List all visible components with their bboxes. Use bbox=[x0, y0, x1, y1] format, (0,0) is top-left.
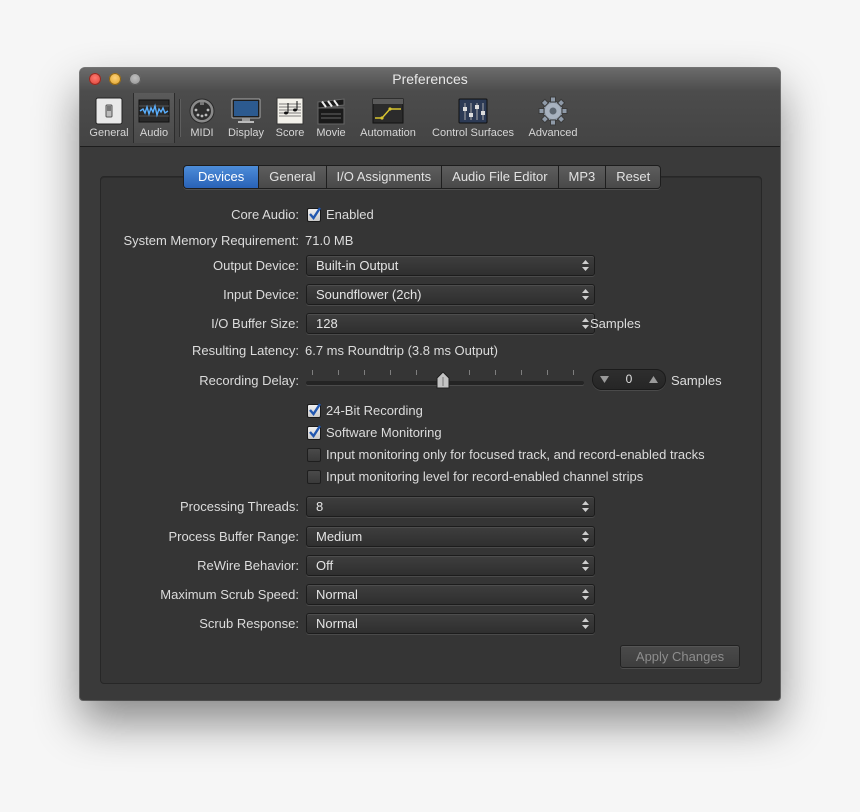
input-monitoring-level-checkbox[interactable] bbox=[307, 470, 321, 484]
toolbar-label: Audio bbox=[139, 127, 169, 139]
scrub-response-value: Normal bbox=[316, 616, 358, 631]
rewire-behavior-value: Off bbox=[316, 558, 334, 573]
output-device-label: Output Device: bbox=[213, 258, 299, 273]
max-scrub-speed-value: Normal bbox=[316, 587, 358, 602]
faders-icon bbox=[457, 96, 489, 126]
toolbar-label: Automation bbox=[360, 127, 416, 139]
input-monitoring-focused-checkbox[interactable] bbox=[307, 448, 321, 462]
apply-changes-button[interactable]: Apply Changes bbox=[620, 645, 740, 668]
updown-arrows-icon bbox=[582, 560, 589, 571]
toolbar-label: MIDI bbox=[190, 127, 214, 139]
process-buffer-range-select[interactable]: Medium bbox=[306, 526, 595, 547]
toolbar-item-movie[interactable]: Movie bbox=[312, 95, 350, 143]
automation-curve-icon bbox=[372, 96, 404, 126]
midi-connector-icon bbox=[186, 96, 218, 126]
tab-general[interactable]: General bbox=[258, 166, 326, 188]
clapperboard-icon bbox=[315, 96, 347, 126]
core-audio-enabled-label[interactable]: Enabled bbox=[326, 207, 374, 222]
rewire-behavior-label: ReWire Behavior: bbox=[197, 558, 299, 573]
toolbar-item-general[interactable]: General bbox=[86, 95, 132, 143]
updown-arrows-icon bbox=[582, 501, 589, 512]
output-device-value: Built-in Output bbox=[316, 258, 399, 273]
toolbar-label: Movie bbox=[316, 127, 346, 139]
recording-delay-unit: Samples bbox=[671, 373, 722, 388]
buffer-size-select[interactable]: 128 bbox=[306, 313, 595, 334]
toolbar-item-score[interactable]: Score bbox=[272, 95, 308, 143]
software-monitoring-label[interactable]: Software Monitoring bbox=[326, 425, 442, 440]
buffer-size-value: 128 bbox=[316, 316, 338, 331]
software-monitoring-checkbox[interactable] bbox=[307, 425, 322, 440]
tab-devices[interactable]: Devices bbox=[184, 166, 259, 188]
updown-arrows-icon bbox=[582, 531, 589, 542]
24bit-recording-checkbox[interactable] bbox=[307, 403, 322, 418]
input-device-label: Input Device: bbox=[223, 287, 299, 302]
toolbar-item-automation[interactable]: Automation bbox=[351, 95, 425, 143]
memory-value: 71.0 MB bbox=[305, 233, 354, 248]
max-scrub-speed-label: Maximum Scrub Speed: bbox=[160, 587, 299, 602]
toolbar-item-display[interactable]: Display bbox=[224, 95, 268, 143]
updown-arrows-icon bbox=[582, 260, 589, 271]
switch-icon bbox=[93, 96, 125, 126]
preferences-window: Preferences General Audio MIDI Display S… bbox=[80, 68, 780, 700]
updown-arrows-icon bbox=[582, 318, 589, 329]
checkmark-icon bbox=[309, 207, 322, 220]
scrub-response-select[interactable]: Normal bbox=[306, 613, 595, 634]
tab-reset[interactable]: Reset bbox=[605, 166, 661, 188]
window-title: Preferences bbox=[392, 71, 468, 87]
toolbar-item-midi[interactable]: MIDI bbox=[182, 95, 222, 143]
scrub-response-label: Scrub Response: bbox=[199, 616, 299, 631]
updown-arrows-icon bbox=[582, 618, 589, 629]
output-device-select[interactable]: Built-in Output bbox=[306, 255, 595, 276]
recording-delay-slider-knob[interactable] bbox=[436, 371, 450, 389]
core-audio-label: Core Audio: bbox=[231, 207, 299, 222]
tab-bar: Devices General I/O Assignments Audio Fi… bbox=[183, 165, 662, 189]
buffer-size-unit: Samples bbox=[590, 316, 641, 331]
audio-waveform-icon bbox=[138, 96, 170, 126]
recording-delay-stepper[interactable]: 0 bbox=[592, 369, 666, 390]
input-monitoring-focused-label[interactable]: Input monitoring only for focused track,… bbox=[326, 447, 705, 462]
updown-arrows-icon bbox=[582, 589, 589, 600]
tab-io-assignments[interactable]: I/O Assignments bbox=[325, 166, 442, 188]
tab-audio-file-editor[interactable]: Audio File Editor bbox=[441, 166, 558, 188]
processing-threads-select[interactable]: 8 bbox=[306, 496, 595, 517]
processing-threads-label: Processing Threads: bbox=[180, 499, 299, 514]
buffer-size-label: I/O Buffer Size: bbox=[211, 316, 299, 331]
toolbar-label: General bbox=[89, 127, 129, 139]
sheet-music-icon bbox=[274, 96, 306, 126]
toolbar-item-control-surfaces[interactable]: Control Surfaces bbox=[427, 95, 519, 143]
toolbar-item-advanced[interactable]: Advanced bbox=[522, 95, 584, 143]
process-buffer-range-value: Medium bbox=[316, 529, 363, 544]
monitor-icon bbox=[230, 96, 262, 126]
memory-label: System Memory Requirement: bbox=[123, 233, 299, 248]
checkmark-icon bbox=[309, 403, 322, 416]
title-bar: Preferences General Audio MIDI Display S… bbox=[80, 68, 780, 147]
tab-mp3[interactable]: MP3 bbox=[557, 166, 606, 188]
rewire-behavior-select[interactable]: Off bbox=[306, 555, 595, 576]
gear-icon bbox=[537, 96, 569, 126]
increment-icon[interactable] bbox=[649, 376, 658, 383]
latency-value: 6.7 ms Roundtrip (3.8 ms Output) bbox=[305, 343, 498, 358]
processing-threads-value: 8 bbox=[316, 499, 324, 514]
max-scrub-speed-select[interactable]: Normal bbox=[306, 584, 595, 605]
toolbar-label: Control Surfaces bbox=[432, 127, 514, 139]
checkmark-icon bbox=[309, 425, 322, 438]
toolbar-label: Advanced bbox=[528, 127, 578, 139]
toolbar-label: Display bbox=[227, 127, 265, 139]
process-buffer-range-label: Process Buffer Range: bbox=[168, 529, 299, 544]
latency-label: Resulting Latency: bbox=[192, 343, 299, 358]
updown-arrows-icon bbox=[582, 289, 589, 300]
recording-delay-label: Recording Delay: bbox=[199, 373, 299, 388]
input-monitoring-level-label[interactable]: Input monitoring level for record-enable… bbox=[326, 469, 643, 484]
toolbar-item-audio[interactable]: Audio bbox=[133, 93, 175, 143]
toolbar-label: Score bbox=[275, 127, 305, 139]
24bit-recording-label[interactable]: 24-Bit Recording bbox=[326, 403, 423, 418]
input-device-value: Soundflower (2ch) bbox=[316, 287, 422, 302]
core-audio-checkbox[interactable] bbox=[307, 207, 322, 222]
input-device-select[interactable]: Soundflower (2ch) bbox=[306, 284, 595, 305]
